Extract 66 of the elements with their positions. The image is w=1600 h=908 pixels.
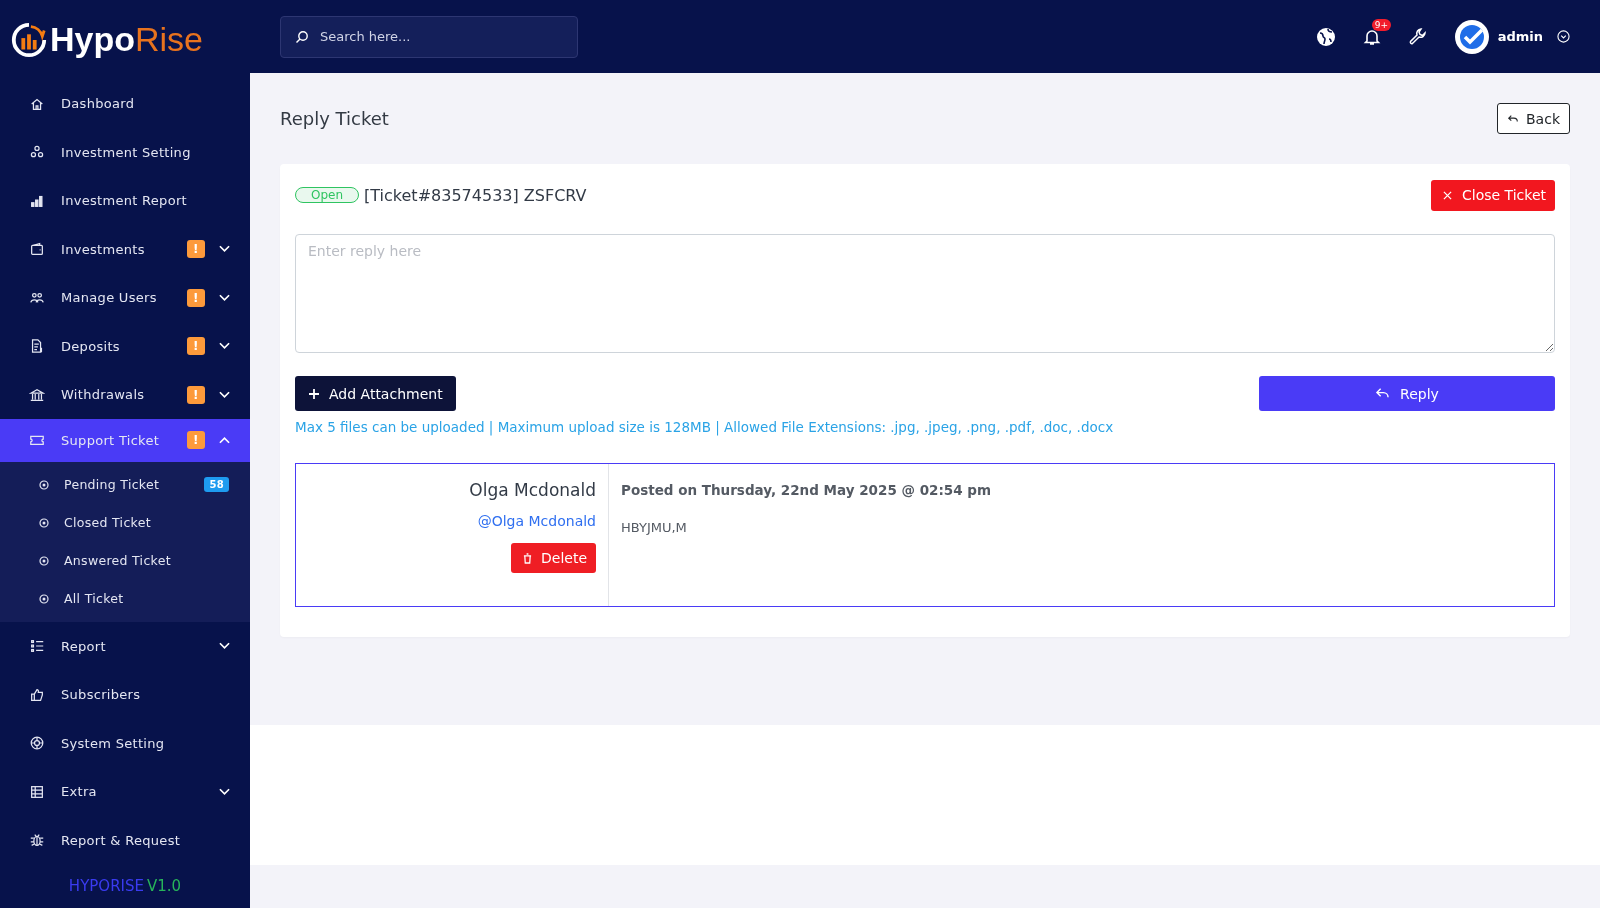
page-title: Reply Ticket — [280, 108, 389, 129]
circle-dot-icon — [39, 518, 49, 528]
submenu-item[interactable]: Pending Ticket 58 — [0, 466, 250, 504]
menu-item-icon — [29, 386, 45, 403]
count-badge: 58 — [204, 477, 229, 493]
back-button[interactable]: Back — [1497, 103, 1570, 134]
circle-dot-icon — [39, 480, 49, 490]
menu-item-icon — [29, 338, 45, 355]
menu-item-icon — [29, 783, 45, 800]
sidebar-item[interactable]: Manage Users ! — [0, 273, 250, 322]
alert-badge: ! — [187, 431, 205, 450]
circle-dot-icon — [39, 556, 49, 566]
sidebar-item[interactable]: Report — [0, 622, 250, 671]
menu-item-icon — [29, 735, 45, 752]
reply-field[interactable]: Enter reply here — [295, 234, 1555, 353]
sidebar-item[interactable]: Report & Request — [0, 816, 250, 865]
author-link[interactable]: @Olga Mcdonald — [477, 513, 596, 529]
search-icon — [295, 29, 309, 44]
submenu-item[interactable]: All Ticket — [0, 580, 250, 618]
chevron-down-icon — [1557, 30, 1570, 43]
sidebar-item[interactable]: Investment Report — [0, 176, 250, 225]
trash-icon — [523, 552, 532, 564]
sidebar-item[interactable]: Deposits ! — [0, 322, 250, 371]
logo-icon — [10, 20, 48, 59]
sidebar-item[interactable]: Extra — [0, 767, 250, 816]
wrench-icon[interactable] — [1407, 26, 1428, 47]
search-field[interactable]: Search here... — [280, 15, 578, 58]
status-badge: Open — [295, 187, 360, 203]
reply-arrow-icon — [1507, 112, 1519, 125]
sidebar-item[interactable]: Investments ! — [0, 225, 250, 274]
add-attachment-button[interactable]: Add Attachment — [295, 376, 456, 411]
menu-item-icon — [29, 241, 45, 258]
logo-text: HypoRise — [50, 20, 204, 60]
alert-badge: ! — [187, 385, 205, 404]
sidebar-item[interactable]: Investment Setting — [0, 128, 250, 177]
sidebar-item[interactable]: Support Ticket ! — [0, 419, 250, 462]
sidebar-item[interactable]: Dashboard — [0, 79, 250, 128]
menu-item-icon — [29, 832, 45, 849]
ticket-title: [Ticket#83574533] ZSFCRV — [364, 185, 587, 205]
alert-badge: ! — [187, 288, 205, 307]
globe-icon[interactable] — [1315, 26, 1336, 47]
menu-item-icon — [29, 638, 45, 655]
close-ticket-button[interactable]: Close Ticket — [1431, 179, 1555, 211]
posted-date: Posted on Thursday, 22nd May 2025 @ 02:54 pm — [621, 482, 993, 498]
sidebar-item[interactable]: System Setting — [0, 719, 250, 768]
reply-button[interactable]: Reply — [1259, 376, 1555, 411]
avatar-icon — [1453, 18, 1490, 55]
sidebar-item[interactable]: Subscribers — [0, 670, 250, 719]
notification-badge: 9+ — [1371, 18, 1391, 31]
plus-icon — [308, 387, 320, 400]
submenu-item[interactable]: Answered Ticket — [0, 542, 250, 580]
close-icon — [1443, 190, 1452, 200]
delete-button[interactable]: Delete — [511, 543, 596, 573]
author-name: Olga Mcdonald — [469, 480, 596, 500]
message-text: HBYJMU,M — [621, 520, 688, 535]
alert-badge: ! — [187, 337, 205, 356]
version-number: V1.0 — [147, 877, 182, 896]
circle-dot-icon — [39, 594, 49, 604]
submenu-item[interactable]: Closed Ticket — [0, 504, 250, 542]
version-name: HYPORISE — [68, 877, 144, 896]
user-menu[interactable]: admin — [1453, 18, 1570, 55]
menu-item-icon — [29, 686, 45, 703]
upload-info: Max 5 files can be uploaded | Maximum upload size is 128MB | Allowed File Extensions: .jpg, .jpeg, .png, .pdf, .doc, .docx — [295, 419, 1115, 435]
sidebar-item[interactable]: Withdrawals ! — [0, 370, 250, 419]
reply-arrow-icon — [1375, 387, 1391, 400]
alert-badge: ! — [187, 240, 205, 259]
